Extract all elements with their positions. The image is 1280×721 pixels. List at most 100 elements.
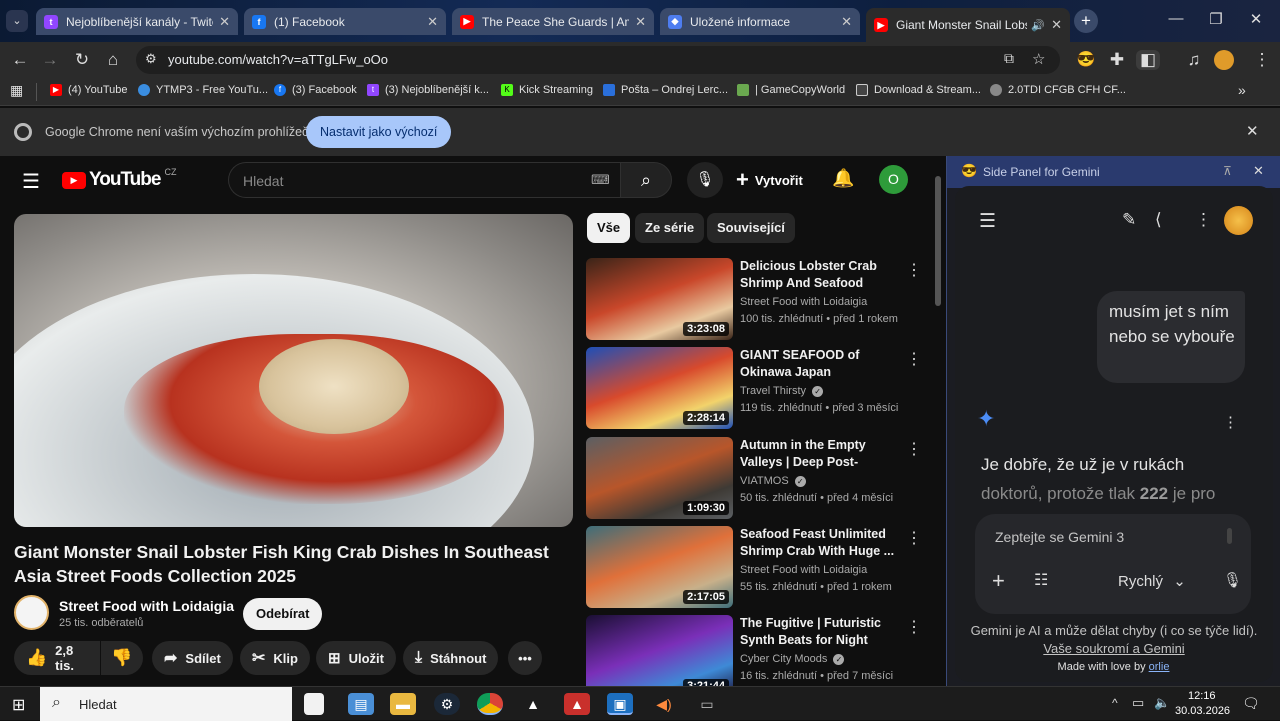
recommendation-menu-icon[interactable]: ⋮ [906,439,922,459]
bookmark-4[interactable]: t (3) Nejoblíbenější k... [367,84,489,96]
search-button[interactable]: ⌕ [620,162,672,198]
add-attachment-icon[interactable]: + [992,568,1005,594]
channel-name[interactable]: Street Food with Loidaigia [59,598,234,614]
media-control-icon[interactable]: ♫ [1182,50,1206,70]
bookmark-star-icon[interactable]: ☆ [1032,50,1045,68]
close-tab-icon[interactable]: ✕ [635,14,646,30]
bookmark-3[interactable]: f (3) Facebook [274,84,357,96]
volume-app-icon[interactable]: ◀) [651,693,677,715]
gemini-profile-avatar[interactable] [1224,206,1253,235]
tab-5-active[interactable]: ▶Giant Monster Snail Lobster🔊✕ [866,8,1070,42]
bookmark-9[interactable]: 2.0TDI CFGB CFH CF... [990,84,1126,96]
reload-icon[interactable]: ↻ [70,50,94,70]
bookmark-1[interactable]: ▶ (4) YouTube [50,84,128,96]
video-player[interactable] [14,214,573,527]
response-options-icon[interactable]: ⋮ [1223,413,1238,431]
close-tab-icon[interactable]: ✕ [841,14,852,30]
create-button[interactable]: + Vytvořit [736,162,803,198]
new-chat-icon[interactable]: ✎ [1122,210,1136,230]
clock-date[interactable]: 30.03.2026 [1175,705,1230,717]
recommendation-title[interactable]: The Fugitive | Futuristic Synth Beats fo… [740,615,905,651]
close-tab-icon[interactable]: ✕ [219,14,230,30]
channel-avatar[interactable] [14,595,49,630]
recommendation-menu-icon[interactable]: ⋮ [906,349,922,369]
new-tab-button[interactable]: + [1074,9,1098,33]
chip-all[interactable]: Vše [587,213,631,243]
bookmark-6[interactable]: Pošta – Ondrej Lerc... [603,84,728,96]
pin-icon[interactable]: ⊼ [1223,164,1232,178]
bookmark-5[interactable]: K Kick Streaming [501,84,593,96]
side-panel-icon[interactable]: ◧ [1136,50,1160,70]
video-thumbnail[interactable]: 1:09:30 [586,437,733,519]
share-button[interactable]: ➦ Sdílet [152,641,233,675]
photos-icon[interactable]: ▤ [348,693,374,715]
mode-selector[interactable]: Rychlý ⌄ [1118,572,1186,590]
account-avatar[interactable]: O [879,165,908,194]
address-bar[interactable]: ⚙ youtube.com/watch?v=aTTgLFw_oOo ⧉ ☆ [136,46,1060,74]
hamburger-menu-icon[interactable]: ☰ [22,169,40,194]
tray-up-icon[interactable]: ^ [1112,696,1118,710]
gemini-input-box[interactable]: Zeptejte se Gemini 3 + ☷ Rychlý ⌄ 🎙 [975,514,1251,614]
microphone-icon[interactable]: 🎙 [1223,571,1242,589]
recommendation-title[interactable]: Seafood Feast Unlimited Shrimp Crab With… [740,526,905,560]
bookmark-2[interactable]: YTMP3 - Free YouTu... [138,84,268,96]
notifications-icon[interactable]: 🗨 [1242,695,1260,712]
youtube-logo[interactable]: ▶ YouTube CZ [62,167,176,191]
set-default-button[interactable]: Nastavit jako výchozí [306,116,452,148]
site-info-icon[interactable]: ⚙ [145,51,157,67]
close-tab-icon[interactable]: ✕ [1051,17,1062,33]
recommendation-channel[interactable]: Street Food with Loidaigia [740,564,867,576]
close-panel-icon[interactable]: ✕ [1253,163,1264,179]
recommendation-channel[interactable]: Travel Thirsty ✓ [740,385,824,397]
menu-dots-icon[interactable]: ⋮ [1250,50,1274,70]
steam-icon[interactable]: ⚙ [434,693,460,715]
file-explorer-icon[interactable]: ▬ [390,693,416,715]
chip-series[interactable]: Ze série [635,213,705,243]
tab-1[interactable]: t Nejoblíbenější kanály - Twitch ✕ [36,8,238,35]
keyboard-icon[interactable]: ⌨ [591,172,610,188]
tools-icon[interactable]: ☷ [1034,570,1048,590]
tab-3[interactable]: ▶The Peace She Guards | Ambien✕ [452,8,654,35]
extensions-puzzle-icon[interactable]: ✚ [1105,50,1129,70]
more-options-icon[interactable]: ⋮ [1195,210,1212,230]
gemini-input[interactable]: Zeptejte se Gemini 3 [995,529,1124,545]
profile-avatar[interactable] [1214,50,1234,70]
tab-search-button[interactable]: ⌄ [6,10,28,32]
recommendation-item[interactable]: 2:17:05 Seafood Feast Unlimited Shrimp Cr… [586,526,926,610]
recommendation-menu-icon[interactable]: ⋮ [906,617,922,637]
forward-icon[interactable]: → [38,50,62,70]
app-screen-icon[interactable]: ▣ [607,693,633,715]
voice-search-button[interactable]: 🎙 [687,162,723,198]
video-thumbnail[interactable]: 3:21:44 [586,615,733,686]
recommendation-menu-icon[interactable]: ⋮ [906,260,922,280]
subscribe-button[interactable]: Odebírat [243,598,323,630]
back-icon[interactable]: ← [8,50,32,70]
clock-time[interactable]: 12:16 [1188,690,1216,702]
restore-button[interactable]: ❐ [1196,10,1236,28]
minimize-button[interactable]: — [1156,10,1196,27]
bookmark-7[interactable]: | GameCopyWorld [737,84,845,96]
speaker-icon[interactable]: 🔈 [1154,695,1170,711]
save-button[interactable]: ⊞ Uložit [316,641,396,675]
recommendation-title[interactable]: Delicious Lobster Crab Shrimp And Seafoo… [740,258,905,294]
bookmark-8[interactable]: Download & Stream... [856,84,981,96]
file-icon[interactable] [304,693,324,715]
notifications-bell-icon[interactable]: 🔔 [832,168,854,189]
tab-2[interactable]: f (1) Facebook ✕ [244,8,446,35]
search-input[interactable]: Hledat ⌨ [228,162,621,198]
video-thumbnail[interactable]: 2:17:05 [586,526,733,608]
recommendation-item[interactable]: 3:23:08 Delicious Lobster Crab Shrimp And… [586,258,926,342]
chip-related[interactable]: Související [707,213,795,243]
dislike-button[interactable]: 👎 [101,641,143,675]
video-thumbnail[interactable]: 2:28:14 [586,347,733,429]
close-tab-icon[interactable]: ✕ [427,14,438,30]
gemini-menu-icon[interactable]: ☰ [979,210,996,233]
recommendation-channel[interactable]: Street Food with Loidaigia [740,296,867,308]
recommendation-item[interactable]: 3:21:44 The Fugitive | Futuristic Synth B… [586,615,926,686]
privacy-link[interactable]: Vaše soukromí a Gemini [1043,641,1184,656]
audio-playing-icon[interactable]: 🔊 [1031,19,1045,32]
recommendation-channel[interactable]: Cyber City Moods ✓ [740,653,845,665]
recommendation-channel[interactable]: VIATMOS ✓ [740,475,806,487]
download-button[interactable]: ⤓ Stáhnout [403,641,499,675]
app-triangle-icon[interactable]: ▲ [520,693,546,715]
